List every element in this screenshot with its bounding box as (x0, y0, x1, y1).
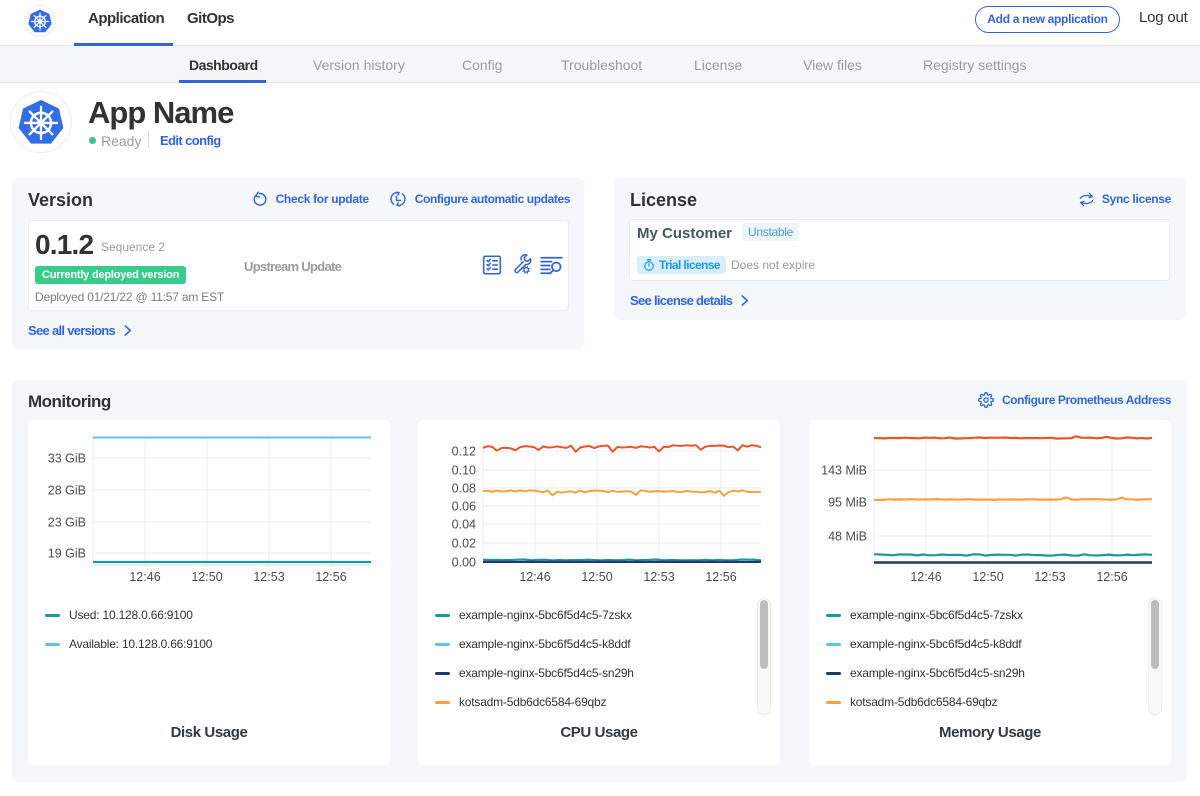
svg-text:0.12: 0.12 (452, 445, 476, 459)
svg-text:12:50: 12:50 (191, 570, 222, 584)
svg-text:19 GiB: 19 GiB (48, 547, 86, 561)
svg-text:12:53: 12:53 (643, 570, 674, 584)
svg-text:23 GiB: 23 GiB (48, 516, 86, 530)
svg-text:12:56: 12:56 (1096, 570, 1127, 584)
svg-text:12:53: 12:53 (253, 570, 284, 584)
svg-text:0.04: 0.04 (452, 518, 476, 532)
svg-text:95 MiB: 95 MiB (828, 496, 867, 510)
svg-text:12:50: 12:50 (972, 570, 1003, 584)
svg-text:12:56: 12:56 (705, 570, 736, 584)
svg-text:0.00: 0.00 (452, 556, 476, 570)
svg-text:0.02: 0.02 (452, 537, 476, 551)
svg-text:0.06: 0.06 (452, 500, 476, 514)
svg-text:12:50: 12:50 (581, 570, 612, 584)
svg-text:0.10: 0.10 (452, 464, 476, 478)
svg-text:143 MiB: 143 MiB (821, 464, 867, 478)
svg-text:12:53: 12:53 (1034, 570, 1065, 584)
svg-text:48 MiB: 48 MiB (828, 530, 867, 544)
svg-text:33 GiB: 33 GiB (48, 452, 86, 466)
svg-text:12:46: 12:46 (129, 570, 160, 584)
svg-text:12:56: 12:56 (315, 570, 346, 584)
svg-text:0.08: 0.08 (452, 482, 476, 496)
svg-text:12:46: 12:46 (910, 570, 941, 584)
svg-text:28 GiB: 28 GiB (48, 484, 86, 498)
svg-text:12:46: 12:46 (519, 570, 550, 584)
